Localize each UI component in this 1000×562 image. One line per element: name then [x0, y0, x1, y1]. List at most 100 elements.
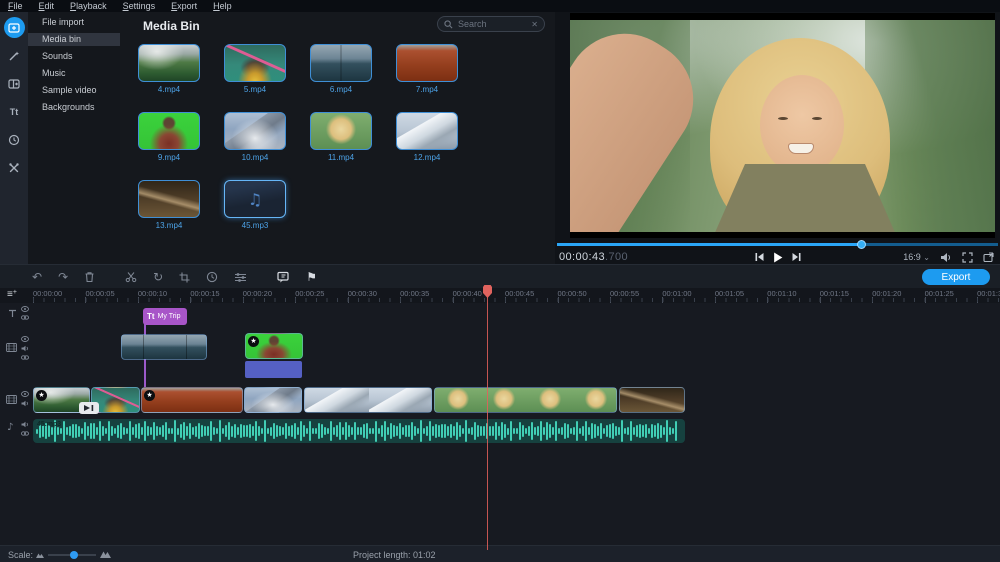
menu-settings[interactable]: Settings	[123, 0, 156, 12]
sidebar-item-file-import[interactable]: File import	[28, 16, 120, 29]
overlay-clip-greenscreen[interactable]: ★	[245, 333, 303, 359]
overlay-track-icon	[6, 343, 17, 352]
preview-seekbar[interactable]	[557, 240, 998, 249]
tools-icon[interactable]	[4, 157, 25, 178]
callout-icon[interactable]	[277, 271, 290, 283]
media-thumbnail[interactable]	[396, 44, 458, 82]
redo-icon[interactable]: ↷	[58, 271, 68, 283]
detach-player-icon[interactable]	[983, 251, 994, 263]
undo-icon[interactable]: ↶	[32, 271, 42, 283]
star-badge-icon: ★	[248, 336, 259, 347]
media-thumbnail[interactable]	[138, 180, 200, 218]
import-icon[interactable]	[3, 17, 25, 38]
media-item[interactable]: 10.mp4	[224, 112, 286, 162]
media-item[interactable]: 7.mp4	[396, 44, 458, 94]
scale-slider[interactable]	[48, 551, 96, 559]
export-button[interactable]: Export	[922, 269, 990, 285]
ruler-label: 00:00:20	[242, 289, 272, 298]
transitions-icon[interactable]	[4, 73, 25, 94]
delete-icon[interactable]	[84, 271, 95, 283]
media-item[interactable]: 5.mp4	[224, 44, 286, 94]
title-track-visibility-icon[interactable]	[21, 306, 29, 312]
video-track-mute-icon[interactable]	[21, 400, 29, 407]
import-sidebar: File import Media bin Sounds Music Sampl…	[28, 12, 120, 264]
rotate-icon[interactable]: ↻	[153, 271, 163, 283]
filters-icon[interactable]	[4, 45, 25, 66]
volume-icon[interactable]	[940, 252, 952, 263]
scale-slider-handle[interactable]	[70, 551, 78, 559]
clip-properties-icon[interactable]	[234, 272, 247, 283]
sidebar-item-backgrounds[interactable]: Backgrounds	[28, 101, 120, 114]
video-clip-6[interactable]	[434, 387, 617, 413]
audio-track-link-icon[interactable]	[21, 431, 29, 436]
video-clip-4[interactable]	[244, 387, 302, 413]
sidebar-item-sounds[interactable]: Sounds	[28, 50, 120, 63]
audio-clip[interactable]: 45.mp3	[33, 419, 685, 443]
title-track-link-icon[interactable]	[21, 315, 29, 320]
media-thumbnail[interactable]	[224, 112, 286, 150]
video-still	[570, 20, 995, 232]
video-clip-7[interactable]	[619, 387, 685, 413]
media-item-name: 11.mp4	[327, 153, 355, 162]
menu-export[interactable]: Export	[171, 0, 197, 12]
media-thumbnail[interactable]	[138, 44, 200, 82]
chevron-down-icon: ⌄	[923, 253, 930, 262]
menu-edit[interactable]: Edit	[39, 0, 55, 12]
previous-frame-button[interactable]	[754, 252, 764, 262]
media-thumbnail[interactable]	[310, 112, 372, 150]
search-input[interactable]	[458, 19, 527, 29]
audio-clip-label: 45.mp3	[37, 421, 62, 428]
fullscreen-icon[interactable]	[962, 251, 973, 263]
sidebar-item-sample-video[interactable]: Sample video	[28, 84, 120, 97]
media-item-name: 45.mp3	[241, 221, 269, 230]
overlay-track-link-icon[interactable]	[21, 355, 29, 360]
search-clear-icon[interactable]: ✕	[531, 20, 538, 29]
audio-track-mute-icon[interactable]	[21, 421, 29, 428]
titles-icon[interactable]: Tt	[4, 101, 25, 122]
media-thumbnail[interactable]	[310, 44, 372, 82]
flag-marker-icon[interactable]: ⚑	[306, 271, 317, 283]
media-item[interactable]: 9.mp4	[138, 112, 200, 162]
media-item[interactable]: 6.mp4	[310, 44, 372, 94]
media-thumbnail[interactable]	[224, 44, 286, 82]
media-thumbnail[interactable]	[138, 112, 200, 150]
menu-file[interactable]: File	[8, 0, 23, 12]
media-item[interactable]: 4.mp4	[138, 44, 200, 94]
transition-chip[interactable]	[79, 402, 99, 414]
next-frame-button[interactable]	[791, 252, 801, 262]
play-button[interactable]	[772, 252, 783, 263]
ruler-label: 00:00:40	[452, 289, 482, 298]
media-thumbnail-audio[interactable]: ♫	[224, 180, 286, 218]
ruler-label: 00:01:30	[977, 289, 1000, 298]
overlay-track-visibility-icon[interactable]	[21, 336, 29, 342]
media-item-name: 10.mp4	[241, 153, 269, 162]
video-clip-5[interactable]	[304, 387, 432, 413]
aspect-ratio-dropdown[interactable]: 16:9 ⌄	[903, 252, 930, 262]
video-track-visibility-icon[interactable]	[21, 391, 29, 397]
zoom-in-icon[interactable]	[100, 549, 111, 558]
overlay-clip-lake[interactable]	[121, 334, 207, 360]
title-clip[interactable]: Tt My Trip	[143, 308, 187, 325]
media-item[interactable]: 12.mp4	[396, 112, 458, 162]
menu-playback[interactable]: Playback	[70, 0, 107, 12]
sidebar-item-music[interactable]: Music	[28, 67, 120, 80]
media-bin-panel: Media Bin ✕ 4.mp4 5.mp4 6.mp4	[120, 12, 555, 264]
cut-icon[interactable]	[125, 271, 137, 283]
timeline-ruler[interactable]: 00:00:00 00:00:05 00:00:10 00:00:15 00:00:20…	[0, 288, 1000, 303]
zoom-out-icon[interactable]	[36, 551, 44, 558]
add-track-icon[interactable]: ≡+	[7, 289, 17, 300]
video-clip-3[interactable]: ★	[141, 387, 243, 413]
ruler-label: 00:01:20	[872, 289, 902, 298]
crop-icon[interactable]	[179, 272, 190, 283]
linked-audio-clip[interactable]	[245, 361, 302, 378]
menu-help[interactable]: Help	[213, 0, 232, 12]
media-item[interactable]: 11.mp4	[310, 112, 372, 162]
clip-speed-icon[interactable]	[206, 271, 218, 283]
overlay-track-mute-icon[interactable]	[21, 345, 29, 352]
clock-icon[interactable]	[4, 129, 25, 150]
seekbar-handle[interactable]	[857, 240, 867, 249]
media-item[interactable]: ♫ 45.mp3	[224, 180, 286, 230]
sidebar-item-media-bin[interactable]: Media bin	[28, 33, 120, 46]
media-item[interactable]: 13.mp4	[138, 180, 200, 230]
media-thumbnail[interactable]	[396, 112, 458, 150]
